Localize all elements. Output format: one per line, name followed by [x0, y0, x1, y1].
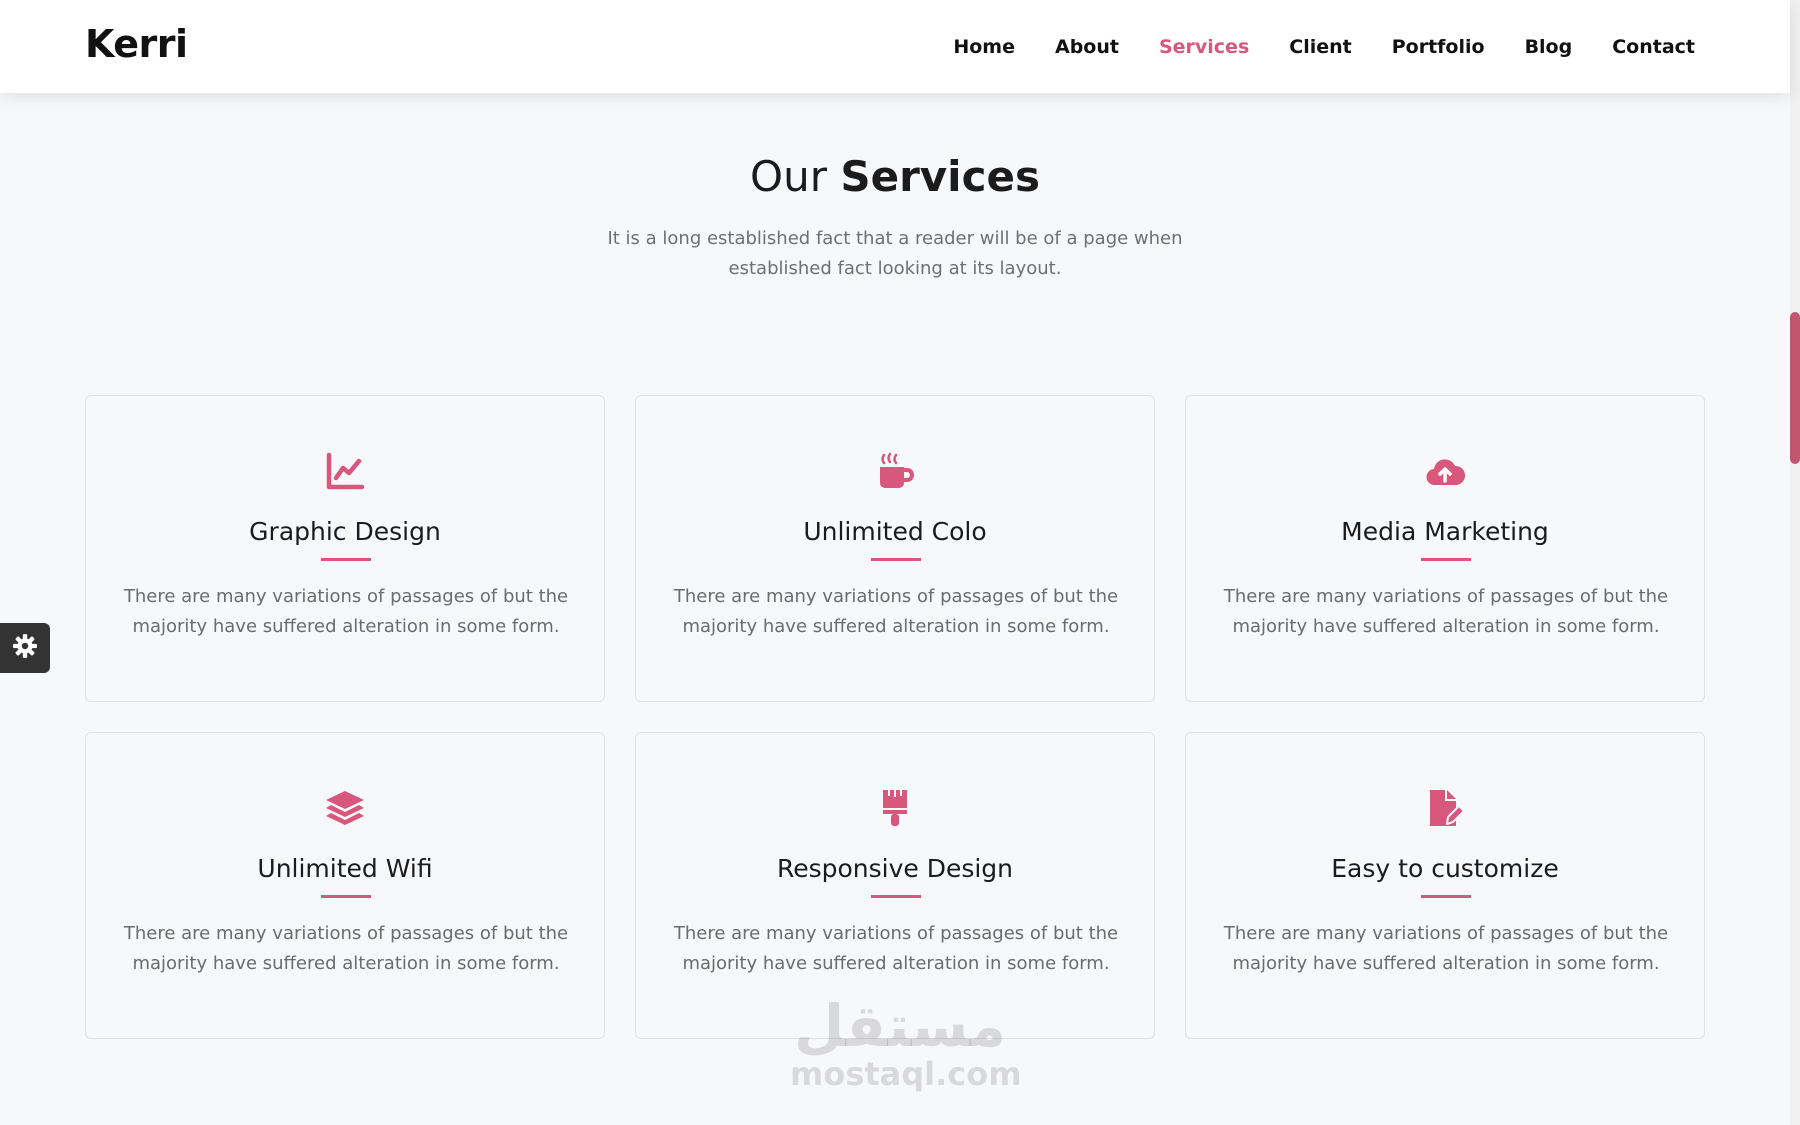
service-card-unlimited-colo[interactable]: Unlimited Colo There are many variations… — [635, 395, 1155, 702]
service-title: Media Marketing — [1341, 517, 1549, 546]
nav-blog[interactable]: Blog — [1525, 36, 1573, 58]
service-description: There are many variations of passages of… — [673, 586, 1119, 637]
main-nav: Home About Services Client Portfolio Blo… — [953, 0, 1695, 93]
service-title: Unlimited Wifi — [257, 854, 433, 883]
service-card-unlimited-wifi[interactable]: Unlimited Wifi There are many variations… — [85, 732, 605, 1039]
nav-home[interactable]: Home — [953, 36, 1015, 58]
chart-line-icon — [86, 451, 604, 491]
paint-brush-icon — [636, 788, 1154, 828]
service-description: There are many variations of passages of… — [123, 923, 569, 974]
title-underline — [321, 558, 371, 561]
coffee-icon — [636, 451, 1154, 491]
section-subtitle: It is a long established fact that a rea… — [607, 228, 1183, 279]
section-title-light: Our — [750, 152, 827, 201]
nav-client[interactable]: Client — [1289, 36, 1351, 58]
title-underline — [871, 558, 921, 561]
title-underline — [1421, 895, 1471, 898]
nav-services[interactable]: Services — [1159, 36, 1249, 58]
title-underline — [321, 895, 371, 898]
service-card-media-marketing[interactable]: Media Marketing There are many variation… — [1185, 395, 1705, 702]
title-underline — [1421, 558, 1471, 561]
page: Kerri Home About Services Client Portfol… — [0, 0, 1800, 1125]
service-title: Easy to customize — [1331, 854, 1559, 883]
service-description: There are many variations of passages of… — [123, 586, 569, 637]
gear-icon — [12, 633, 38, 664]
service-description: There are many variations of passages of… — [1223, 923, 1669, 974]
scrollbar-track[interactable] — [1790, 0, 1800, 1125]
service-description: There are many variations of passages of… — [1223, 586, 1669, 637]
service-card-graphic-design[interactable]: Graphic Design There are many variations… — [85, 395, 605, 702]
service-title: Responsive Design — [776, 854, 1014, 883]
title-underline — [871, 895, 921, 898]
service-card-easy-to-customize[interactable]: Easy to customize There are many variati… — [1185, 732, 1705, 1039]
nav-portfolio[interactable]: Portfolio — [1392, 36, 1485, 58]
watermark-latin: mostaql.com — [790, 1055, 1022, 1093]
service-title: Unlimited Colo — [803, 517, 987, 546]
settings-toggle-button[interactable] — [0, 623, 50, 673]
nav-contact[interactable]: Contact — [1612, 36, 1695, 58]
section-title: Our Services — [0, 152, 1790, 201]
cloud-upload-icon — [1186, 451, 1704, 491]
service-description: There are many variations of passages of… — [673, 923, 1119, 974]
layers-icon — [86, 788, 604, 828]
nav-about[interactable]: About — [1055, 36, 1119, 58]
section-title-bold: Services — [840, 152, 1040, 201]
logo[interactable]: Kerri — [85, 22, 188, 66]
service-title: Graphic Design — [249, 517, 441, 546]
file-edit-icon — [1186, 788, 1704, 828]
service-card-responsive-design[interactable]: Responsive Design There are many variati… — [635, 732, 1155, 1039]
scrollbar-thumb[interactable] — [1790, 312, 1800, 464]
navbar: Kerri Home About Services Client Portfol… — [0, 0, 1790, 93]
